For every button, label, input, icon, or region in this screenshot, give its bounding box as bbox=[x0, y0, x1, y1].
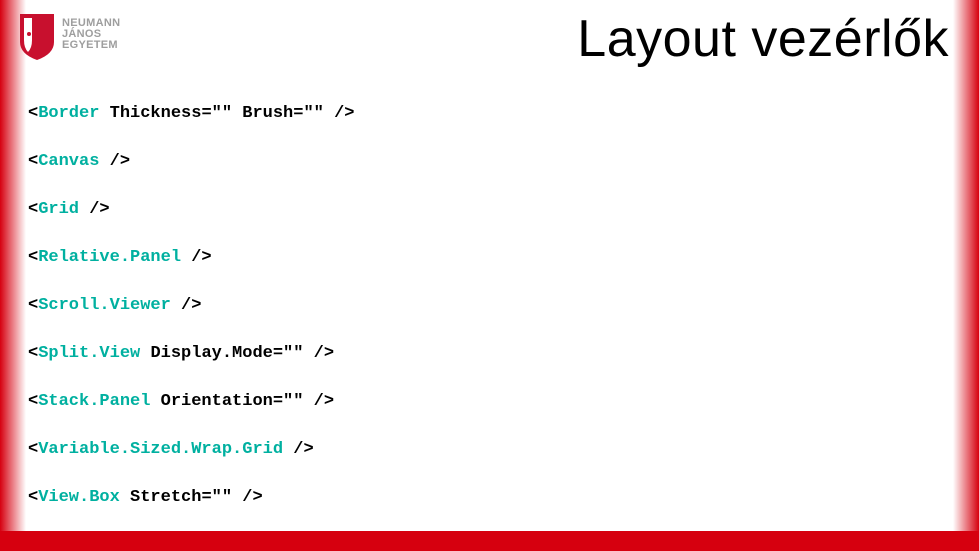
xaml-attribute: Orientation="" bbox=[161, 392, 304, 411]
code-line: <Split.View Display.Mode="" /> bbox=[28, 344, 939, 364]
angle-open-icon: < bbox=[28, 344, 38, 363]
code-line: <Relative.Panel /> bbox=[28, 248, 939, 268]
angle-open-icon: < bbox=[28, 392, 38, 411]
xaml-element: Scroll.Viewer bbox=[38, 296, 171, 315]
code-line: <Scroll.Viewer /> bbox=[28, 296, 939, 316]
xaml-element: Relative.Panel bbox=[38, 248, 181, 267]
angle-open-icon: < bbox=[28, 200, 38, 219]
angle-open-icon: < bbox=[28, 440, 38, 459]
angle-close-icon: /> bbox=[181, 296, 201, 315]
xaml-element: Variable.Sized.Wrap.Grid bbox=[38, 440, 283, 459]
slide-header: NEUMANN JÁNOS EGYETEM Layout vezérlők bbox=[18, 12, 949, 66]
slide-content: <Border Thickness="" Brush="" /><Canvas … bbox=[28, 104, 939, 511]
angle-open-icon: < bbox=[28, 248, 38, 267]
xaml-attribute: Display.Mode="" bbox=[150, 344, 303, 363]
angle-close-icon: /> bbox=[314, 392, 334, 411]
angle-close-icon: /> bbox=[191, 248, 211, 267]
code-line: <View.Box Stretch="" /> bbox=[28, 488, 939, 508]
xaml-element: Grid bbox=[38, 200, 79, 219]
angle-close-icon: /> bbox=[314, 344, 334, 363]
xaml-attribute: Stretch="" bbox=[130, 488, 232, 507]
xaml-element: View.Box bbox=[38, 488, 120, 507]
angle-close-icon: /> bbox=[242, 488, 262, 507]
angle-close-icon: /> bbox=[89, 200, 109, 219]
code-line: <Variable.Sized.Wrap.Grid /> bbox=[28, 440, 939, 460]
logo-line-3: EGYETEM bbox=[62, 40, 120, 51]
xaml-element: Canvas bbox=[38, 152, 99, 171]
angle-open-icon: < bbox=[28, 488, 38, 507]
slide: NEUMANN JÁNOS EGYETEM Layout vezérlők <B… bbox=[0, 0, 979, 551]
angle-open-icon: < bbox=[28, 152, 38, 171]
angle-close-icon: /> bbox=[334, 104, 354, 123]
angle-close-icon: /> bbox=[110, 152, 130, 171]
xaml-element: Stack.Panel bbox=[38, 392, 150, 411]
university-logo: NEUMANN JÁNOS EGYETEM bbox=[18, 12, 120, 62]
left-accent-band bbox=[0, 0, 26, 551]
xaml-element: Border bbox=[38, 104, 99, 123]
angle-open-icon: < bbox=[28, 296, 38, 315]
code-line: <Canvas /> bbox=[28, 152, 939, 172]
angle-close-icon: /> bbox=[293, 440, 313, 459]
slide-title: Layout vezérlők bbox=[577, 12, 949, 66]
code-line: <Grid /> bbox=[28, 200, 939, 220]
university-name: NEUMANN JÁNOS EGYETEM bbox=[62, 12, 120, 51]
xaml-element: Split.View bbox=[38, 344, 140, 363]
footer-accent-bar bbox=[0, 531, 979, 551]
right-accent-band bbox=[953, 0, 979, 551]
code-line: <Stack.Panel Orientation="" /> bbox=[28, 392, 939, 412]
xaml-attribute: Brush="" bbox=[242, 104, 324, 123]
xaml-attribute: Thickness="" bbox=[110, 104, 232, 123]
code-line: <Border Thickness="" Brush="" /> bbox=[28, 104, 939, 124]
shield-icon bbox=[18, 12, 56, 62]
angle-open-icon: < bbox=[28, 104, 38, 123]
